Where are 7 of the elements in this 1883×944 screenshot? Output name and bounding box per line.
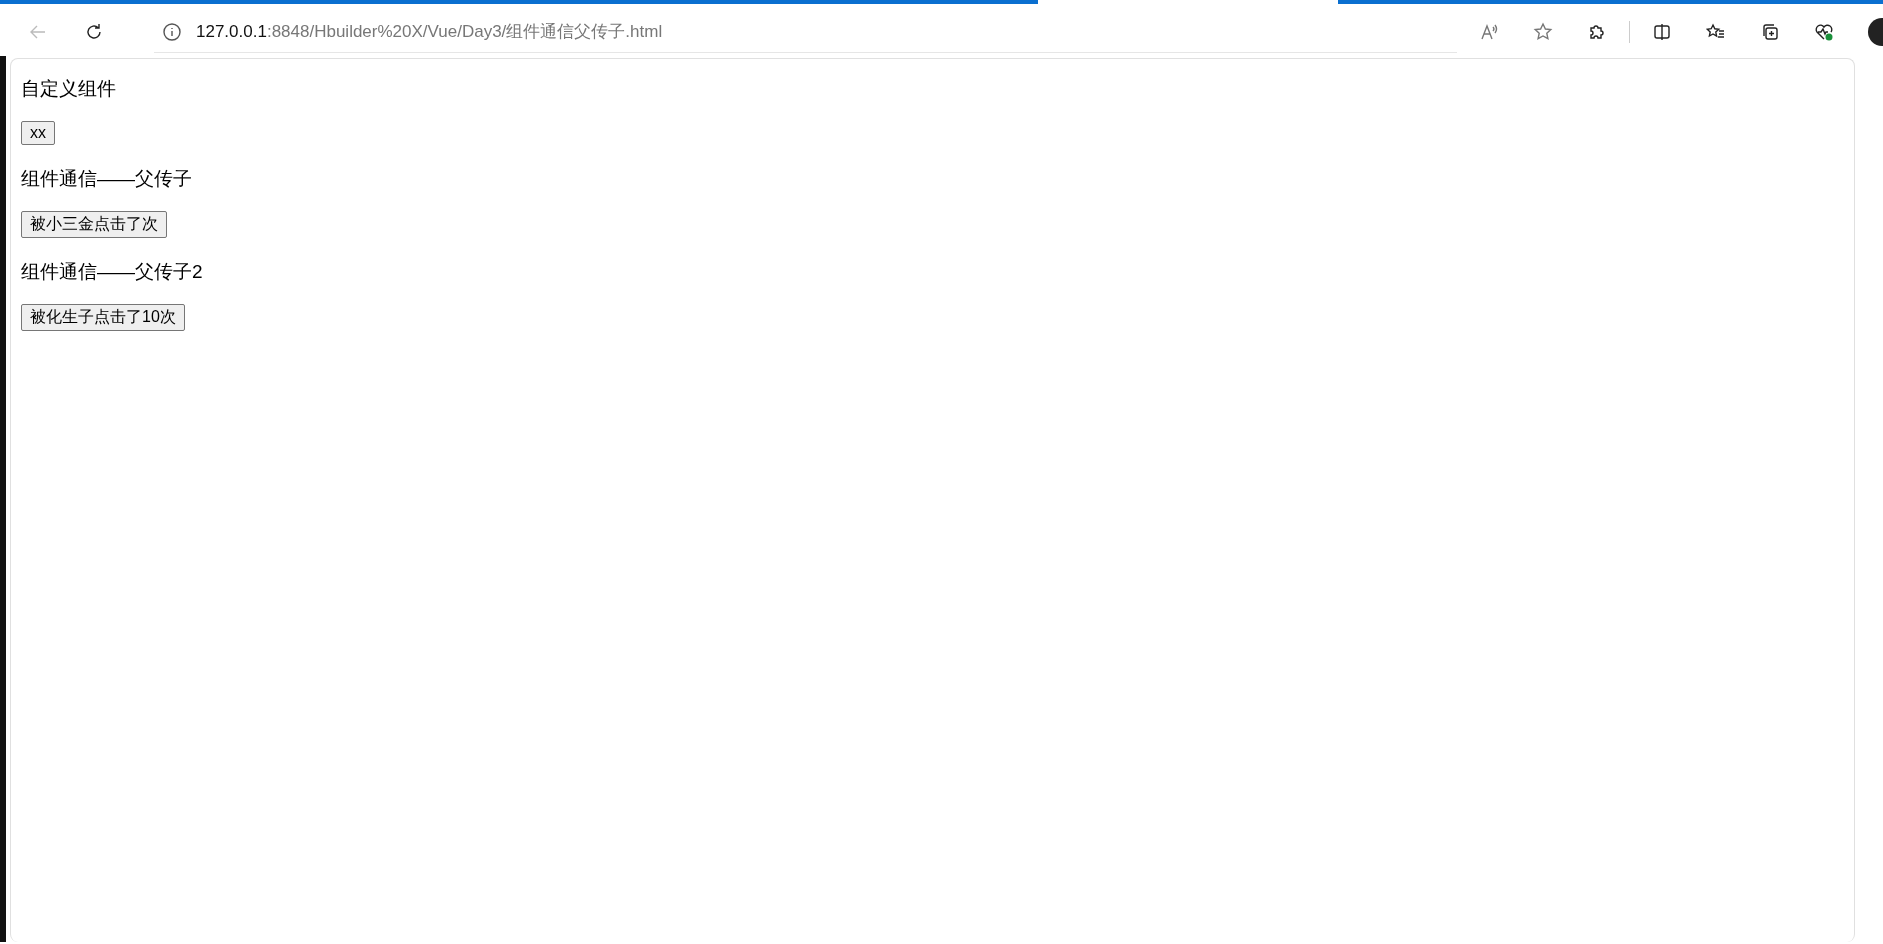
section-heading: 组件通信——父传子2	[21, 260, 203, 284]
section-heading: 组件通信——父传子	[21, 167, 192, 191]
address-url[interactable]: 127.0.0.1:8848/Hbuilder%20X/Vue/Day3/组件通信父传子.html	[196, 20, 663, 43]
click-count-button[interactable]: 被化生子点击了10次	[21, 304, 185, 331]
click-count-button[interactable]: xx	[21, 121, 55, 145]
section-heading: 自定义组件	[21, 77, 116, 101]
click-count-button[interactable]: 被小三金点击了次	[21, 211, 167, 238]
